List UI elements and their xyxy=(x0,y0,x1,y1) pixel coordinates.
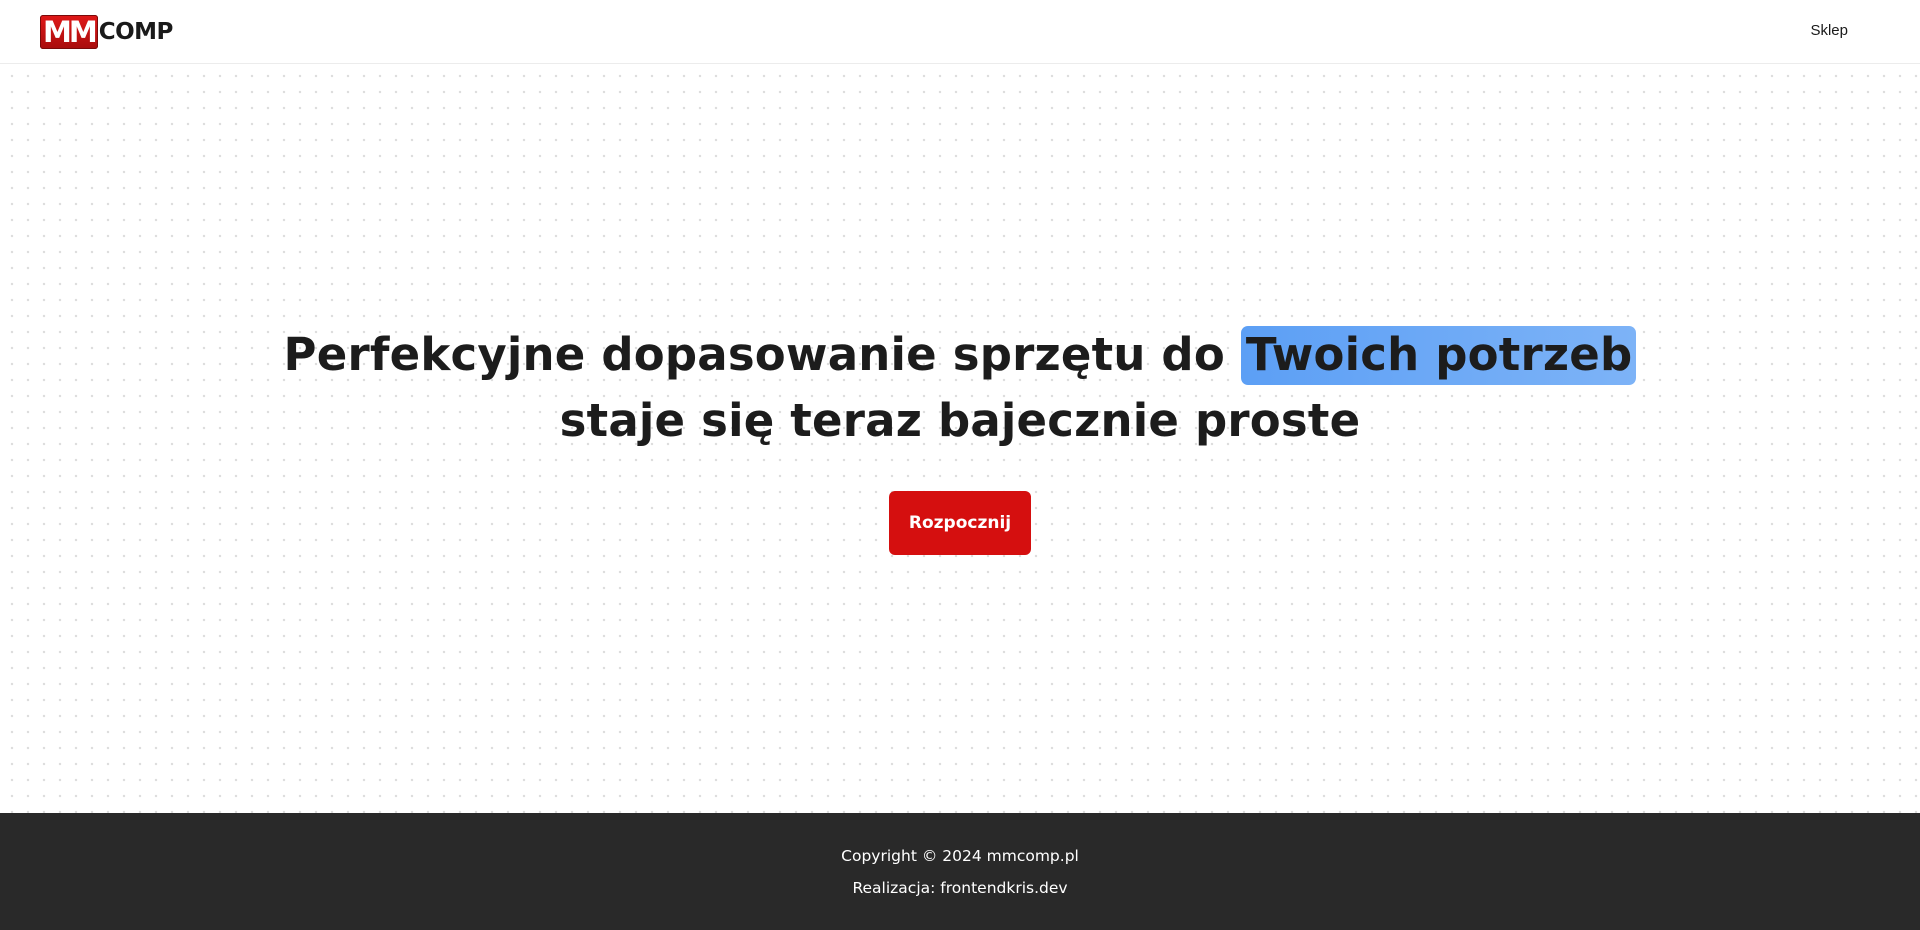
footer-credit: Realizacja: frontendkris.dev xyxy=(0,879,1920,897)
hero-headline: Perfekcyjne dopasowanie sprzętu do Twoic… xyxy=(0,322,1920,454)
start-button[interactable]: Rozpocznij xyxy=(889,491,1031,555)
logo-mm-mark: MM xyxy=(40,15,98,49)
headline-highlight: Twoich potrzeb xyxy=(1240,326,1637,385)
nav-link-shop[interactable]: Sklep xyxy=(1810,22,1848,39)
headline-text-end: staje się teraz bajecznie proste xyxy=(559,394,1361,447)
footer-credit-link[interactable]: frontendkris.dev xyxy=(940,879,1067,897)
logo-comp-text: COMP xyxy=(98,19,174,45)
site-footer: Copyright © 2024 mmcomp.pl Realizacja: f… xyxy=(0,813,1920,930)
footer-credit-label: Realizacja: xyxy=(852,879,941,897)
mmcomp-logo[interactable]: MM COMP xyxy=(40,14,173,50)
footer-copyright: Copyright © 2024 mmcomp.pl xyxy=(841,847,1079,865)
hero-section: Perfekcyjne dopasowanie sprzętu do Twoic… xyxy=(0,64,1920,813)
site-header: MM COMP Sklep xyxy=(0,0,1920,64)
headline-text-start: Perfekcyjne dopasowanie sprzętu do xyxy=(283,328,1241,381)
